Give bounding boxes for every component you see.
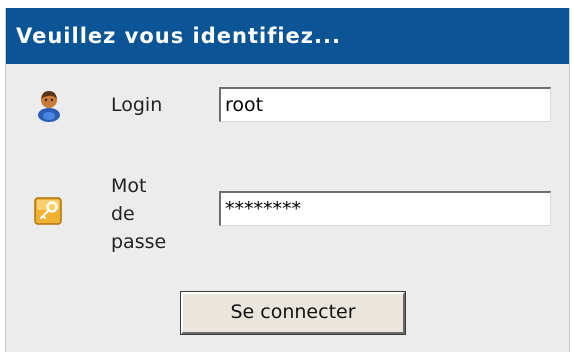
password-input[interactable]: ******** (219, 191, 551, 226)
user-icon (38, 91, 60, 122)
password-label-line: de (111, 203, 135, 225)
password-label-line: Mot (111, 175, 147, 197)
key-icon (34, 197, 62, 225)
password-label: Mot de passe (111, 172, 166, 256)
login-input[interactable]: root (219, 87, 551, 122)
connect-button[interactable]: Se connecter (180, 291, 406, 335)
login-label: Login (111, 94, 163, 116)
page-title: Veuillez vous identifiez... (16, 24, 341, 48)
password-label-line: passe (111, 231, 167, 253)
title-bar: Veuillez vous identifiez... (6, 8, 569, 64)
